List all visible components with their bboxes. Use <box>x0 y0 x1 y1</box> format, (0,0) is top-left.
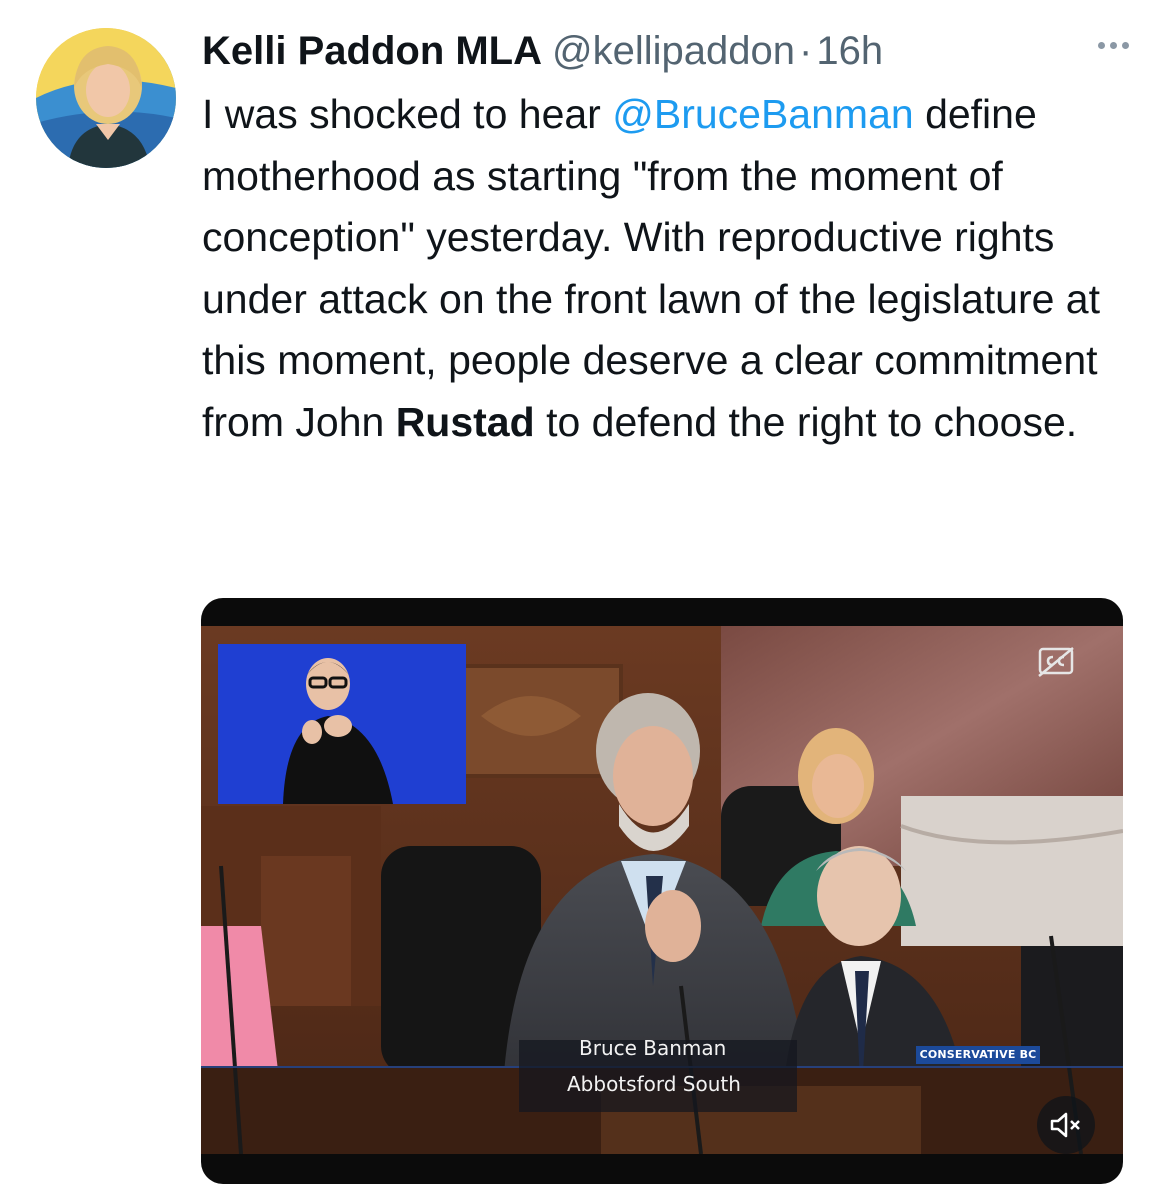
avatar-portrait <box>36 28 176 168</box>
more-options-button[interactable] <box>1085 30 1141 60</box>
closed-captions-off-icon <box>1038 647 1074 677</box>
closed-captions-button[interactable] <box>1037 646 1075 678</box>
mention-link[interactable]: @BruceBanman <box>612 91 913 137</box>
more-horizontal-icon <box>1097 41 1105 49</box>
tweet-header: Kelli Paddon MLA @kellipaddon · 16h <box>202 26 1119 76</box>
lower-third-caption: Bruce Banman Abbotsford South CONSERVATI… <box>201 1030 1123 1120</box>
tweet-text-part1: I was shocked to hear <box>202 91 613 137</box>
speaker-name: Bruce Banman <box>579 1036 727 1060</box>
tweet-text-bold: Rustad <box>395 398 535 445</box>
video-frame: Bruce Banman Abbotsford South CONSERVATI… <box>201 626 1123 1154</box>
author-avatar[interactable] <box>36 28 176 168</box>
tweet-timestamp[interactable]: 16h <box>816 26 883 76</box>
party-badge: CONSERVATIVE BC <box>916 1046 1040 1064</box>
interpreter-figure <box>218 644 466 804</box>
more-horizontal-icon-dot <box>1121 41 1129 49</box>
tweet-text-part2: define motherhood as starting "from the … <box>202 91 1100 445</box>
sign-language-interpreter-inset <box>218 644 466 804</box>
tweet-text: I was shocked to hear @BruceBanman defin… <box>202 84 1122 453</box>
volume-muted-icon <box>1050 1112 1080 1138</box>
author-handle[interactable]: @kellipaddon <box>552 26 795 76</box>
video-player[interactable]: Bruce Banman Abbotsford South CONSERVATI… <box>201 598 1123 1184</box>
speaker-riding: Abbotsford South <box>567 1072 741 1096</box>
more-horizontal-icon-dot <box>1109 41 1117 49</box>
mute-toggle-button[interactable] <box>1037 1096 1095 1154</box>
author-display-name[interactable]: Kelli Paddon MLA <box>202 26 542 76</box>
tweet-text-part3: to defend the right to choose. <box>534 398 1078 445</box>
header-separator: · <box>799 29 813 73</box>
